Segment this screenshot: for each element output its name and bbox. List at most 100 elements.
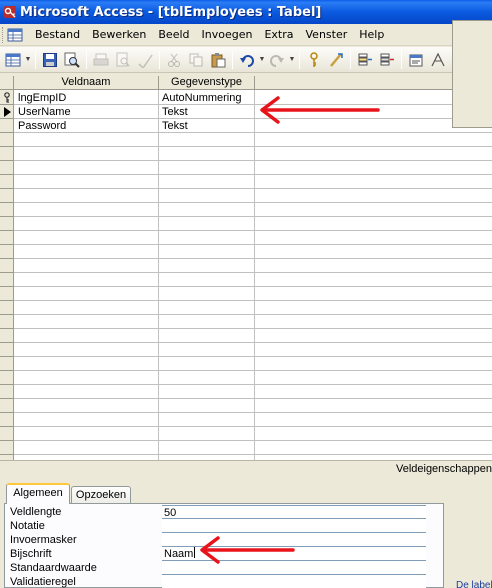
row-selector-line	[0, 328, 14, 329]
row-selector-line	[0, 272, 14, 273]
grid-row-line	[0, 370, 492, 371]
grid-row-line	[0, 216, 492, 217]
menu-bestand[interactable]: Bestand	[29, 28, 86, 41]
field-properties-caption: Veldeigenschappen	[395, 463, 492, 475]
annotation-arrow	[200, 536, 295, 564]
property-label: Validatieregel	[10, 576, 76, 588]
grid-row-line	[0, 356, 492, 357]
row-selector-line	[0, 370, 14, 371]
grid-row-line	[0, 174, 492, 175]
indexes-icon[interactable]	[428, 50, 448, 70]
column-header-gegevenstype[interactable]: Gegevenstype	[159, 76, 255, 90]
cut-icon[interactable]	[164, 50, 184, 70]
menu-bewerken[interactable]: Bewerken	[86, 28, 152, 41]
view-icon[interactable]	[3, 50, 23, 70]
access-key-icon	[4, 6, 16, 18]
delete-rows-icon[interactable]	[377, 50, 397, 70]
build-icon[interactable]	[326, 50, 346, 70]
data-type-cell[interactable]: AutoNummering	[159, 91, 254, 105]
grid-row-line	[0, 300, 492, 301]
row-selector-line	[0, 454, 14, 455]
property-label: Standaardwaarde	[10, 562, 97, 574]
current-row-icon	[4, 107, 11, 117]
format-input[interactable]	[162, 519, 426, 533]
field-name-cell[interactable]: lngEmpID	[15, 91, 158, 105]
spelling-icon[interactable]	[135, 50, 155, 70]
row-selector-line	[0, 258, 14, 259]
property-row: Veldlengte 50	[4, 505, 426, 519]
primary-key-icon[interactable]	[304, 50, 324, 70]
search-icon[interactable]	[62, 50, 82, 70]
toolbar-separator	[35, 50, 36, 69]
field-size-input[interactable]: 50	[162, 505, 426, 519]
field-grid: Veldnaam Gegevenstype lngEmpID AutoNumme…	[0, 76, 492, 460]
grid-row-line	[0, 286, 492, 287]
menu-venster[interactable]: Venster	[300, 28, 354, 41]
row-selector-line	[0, 384, 14, 385]
menu-beeld[interactable]: Beeld	[152, 28, 195, 41]
row-selector-line	[0, 146, 14, 147]
toolbar-separator	[299, 50, 300, 69]
toolbar-separator	[86, 50, 87, 69]
toolbar-separator	[159, 50, 160, 69]
property-row: Validatieregel	[4, 575, 426, 588]
caption-value: Naam	[164, 548, 194, 560]
redo-icon[interactable]	[267, 50, 287, 70]
redo-dropdown[interactable]: ▼	[288, 50, 296, 70]
grid-row-line	[0, 398, 492, 399]
copy-icon[interactable]	[186, 50, 206, 70]
grid-row-line	[0, 258, 492, 259]
properties-icon[interactable]	[406, 50, 426, 70]
text-cursor	[194, 547, 196, 558]
help-text: De label	[456, 580, 492, 588]
data-type-cell[interactable]: Tekst	[159, 105, 254, 119]
tab-opzoeken[interactable]: Opzoeken	[71, 486, 131, 504]
menu-invoegen[interactable]: Invoegen	[196, 28, 259, 41]
toolbar-separator	[232, 50, 233, 69]
row-selector-line	[0, 398, 14, 399]
menu-extra[interactable]: Extra	[258, 28, 299, 41]
table-design-icon[interactable]	[7, 28, 23, 42]
row-selector-line	[0, 412, 14, 413]
paste-icon[interactable]	[208, 50, 228, 70]
view-dropdown[interactable]: ▼	[24, 50, 32, 70]
property-label: Bijschrift	[10, 548, 52, 560]
corner-header[interactable]	[0, 76, 14, 90]
undo-icon[interactable]	[237, 50, 257, 70]
row-selector-line	[0, 174, 14, 175]
row-selector-line	[0, 314, 14, 315]
property-row: Notatie	[4, 519, 426, 533]
row-selector-line	[0, 132, 14, 133]
row-selector-line	[0, 342, 14, 343]
menu-help[interactable]: Help	[353, 28, 390, 41]
property-label: Notatie	[10, 520, 45, 532]
print-preview-icon[interactable]	[113, 50, 133, 70]
row-selector-line	[0, 286, 14, 287]
undo-dropdown[interactable]: ▼	[258, 50, 266, 70]
grid-row-line	[0, 426, 492, 427]
row-selector-line	[0, 104, 14, 105]
data-type-cell[interactable]: Tekst	[159, 119, 254, 133]
row-selector-line	[0, 440, 14, 441]
grid-row-line	[0, 384, 492, 385]
grid-row-line	[0, 412, 492, 413]
row-selector-line	[0, 118, 14, 119]
grid-row-line	[0, 342, 492, 343]
grid-row-line	[0, 454, 492, 455]
grid-row-line	[0, 272, 492, 273]
column-header-veldnaam[interactable]: Veldnaam	[14, 76, 159, 90]
tab-algemeen[interactable]: Algemeen	[6, 483, 70, 504]
property-label: Invoermasker	[10, 534, 77, 546]
print-icon[interactable]	[91, 50, 111, 70]
primary-key-icon	[4, 92, 10, 103]
toolbar-separator	[401, 50, 402, 69]
annotation-arrow	[260, 96, 380, 124]
save-icon[interactable]	[40, 50, 60, 70]
grid-row-line	[0, 188, 492, 189]
validation-rule-input[interactable]	[162, 575, 426, 588]
row-selector-line	[0, 188, 14, 189]
menu-grip[interactable]	[2, 26, 5, 43]
field-name-cell[interactable]: UserName	[15, 105, 158, 119]
field-name-cell[interactable]: Password	[15, 119, 158, 133]
insert-rows-icon[interactable]	[355, 50, 375, 70]
